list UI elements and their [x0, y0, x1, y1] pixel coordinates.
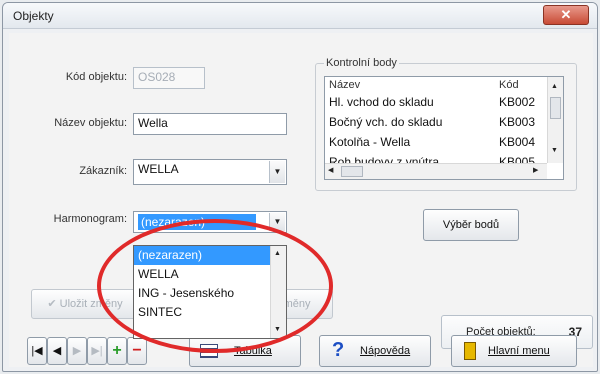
next-icon: ▶ [72, 345, 82, 357]
dropdown-scrollbar[interactable]: ▲ ▼ [270, 246, 286, 338]
customer-label: Zákazník: [79, 165, 127, 177]
first-icon: |◀ [31, 345, 43, 357]
scroll-up-icon[interactable]: ▲ [274, 250, 281, 257]
main-menu-label: Hlavní menu [488, 345, 550, 357]
form-area: Kód objektu: OS028 Název objektu: Wella … [9, 33, 593, 367]
objekty-window: Objekty ✕ Kód objektu: OS028 Název objek… [2, 2, 598, 372]
save-label: Uložit změny [59, 298, 123, 310]
point-code: KB004 [499, 135, 536, 149]
prev-record-button[interactable]: ◀ [47, 337, 67, 365]
table-button[interactable]: Tabulka [189, 335, 301, 367]
close-icon: ✕ [560, 7, 572, 22]
dropdown-option[interactable]: ING - Jesenského [134, 284, 286, 303]
prev-icon: ◀ [52, 345, 62, 357]
column-header-name: Název [329, 79, 361, 91]
table-label: Tabulka [234, 345, 272, 357]
chevron-down-icon[interactable]: ▼ [269, 213, 285, 231]
object-code-field: OS028 [133, 67, 205, 89]
save-button[interactable]: ✔ Uložit změny [31, 289, 139, 319]
point-code: KB003 [499, 115, 536, 129]
scroll-down-icon[interactable]: ▼ [274, 326, 281, 333]
dropdown-option[interactable]: (nezarazen) [134, 246, 286, 265]
chevron-down-icon[interactable]: ▼ [269, 161, 285, 183]
select-points-button[interactable]: Výběr bodů [423, 209, 519, 241]
schedule-select-value: (nezarazen) [138, 214, 256, 230]
scroll-down-icon[interactable]: ▼ [551, 147, 558, 154]
minus-icon: − [132, 342, 142, 359]
scroll-left-icon[interactable]: ◀ [328, 166, 333, 174]
schedule-dropdown-list[interactable]: (nezarazen) WELLA ING - Jesenského SINTE… [133, 245, 287, 339]
column-header-code: Kód [499, 79, 519, 91]
scroll-thumb[interactable] [550, 97, 561, 119]
select-points-label: Výběr bodů [442, 219, 500, 231]
question-icon: ? [332, 339, 345, 361]
point-name: Hl. vchod do skladu [329, 95, 434, 109]
control-points-title: Kontrolní body [324, 57, 399, 69]
last-icon: ▶| [91, 345, 103, 357]
object-name-field[interactable]: Wella [133, 113, 287, 135]
horizontal-scrollbar[interactable]: ◀ ▶ [325, 163, 547, 179]
code-label: Kód objektu: [65, 71, 127, 83]
last-record-button[interactable]: ▶| [87, 337, 107, 365]
customer-select[interactable]: WELLA ▼ [133, 159, 287, 185]
main-menu-button[interactable]: Hlavní menu [451, 335, 577, 367]
point-name: Bočný vch. do skladu [329, 115, 443, 129]
first-record-button[interactable]: |◀ [27, 337, 47, 365]
delete-record-button[interactable]: − [127, 337, 147, 365]
window-title: Objekty [13, 9, 54, 23]
control-points-group: Kontrolní body Název Kód Hl. vchod do sk… [315, 57, 577, 191]
vertical-scrollbar[interactable]: ▲ ▼ [547, 77, 563, 163]
list-item[interactable]: Kotolňa - Wella KB004 [329, 135, 535, 149]
check-icon: ✔ [47, 298, 57, 310]
name-label: Název objektu: [54, 117, 127, 129]
help-label: Nápověda [360, 345, 411, 357]
point-code: KB002 [499, 95, 536, 109]
control-points-list[interactable]: Název Kód Hl. vchod do skladu KB002 Bočn… [324, 76, 564, 180]
customer-select-value: WELLA [138, 162, 179, 176]
list-item[interactable]: Hl. vchod do skladu KB002 [329, 95, 535, 109]
dropdown-option[interactable]: WELLA [134, 265, 286, 284]
list-item[interactable]: Bočný vch. do skladu KB003 [329, 115, 535, 129]
schedule-label: Harmonogram: [53, 213, 127, 225]
scroll-right-icon[interactable]: ▶ [533, 166, 538, 174]
point-name: Kotolňa - Wella [329, 135, 411, 149]
door-icon [464, 342, 476, 360]
add-record-button[interactable]: + [107, 337, 127, 365]
title-bar: Objekty ✕ [3, 3, 597, 29]
scroll-up-icon[interactable]: ▲ [551, 83, 558, 90]
schedule-select[interactable]: (nezarazen) ▼ [133, 211, 287, 233]
dropdown-option[interactable]: SINTEC [134, 303, 286, 322]
plus-icon: + [112, 342, 122, 359]
next-record-button[interactable]: ▶ [67, 337, 87, 365]
table-icon [200, 344, 218, 358]
close-button[interactable]: ✕ [543, 5, 589, 25]
help-button[interactable]: ? Nápověda [319, 335, 431, 367]
scroll-thumb[interactable] [341, 166, 363, 177]
